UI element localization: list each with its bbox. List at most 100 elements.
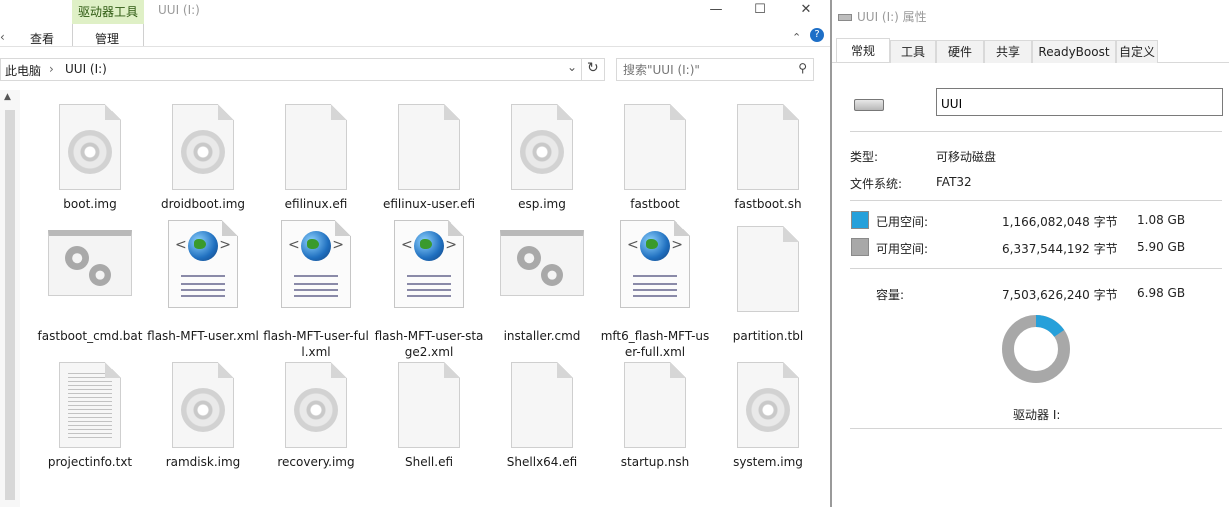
blank-file-icon bbox=[373, 354, 485, 454]
properties-dialog: UUI (I:) 属性 常规工具硬件共享ReadyBoost自定义 类型: 可移… bbox=[832, 0, 1229, 507]
disc-image-icon bbox=[147, 354, 259, 454]
scroll-thumb[interactable] bbox=[5, 110, 15, 500]
file-name: system.img bbox=[733, 455, 803, 469]
disc-image-icon bbox=[260, 354, 372, 454]
file-name: installer.cmd bbox=[503, 329, 581, 343]
drive-tools-context-label: 驱动器工具 bbox=[72, 0, 144, 24]
used-space-swatch bbox=[851, 211, 869, 229]
blank-file-icon bbox=[373, 96, 485, 196]
file-name: ramdisk.img bbox=[165, 455, 241, 469]
capacity-label: 容量: bbox=[876, 288, 905, 302]
file-name: startup.nsh bbox=[620, 455, 690, 469]
ribbon-collapse-icon[interactable]: ⌃ bbox=[792, 31, 801, 44]
file-name: Shellx64.efi bbox=[506, 455, 578, 469]
file-name: fastboot bbox=[630, 197, 680, 211]
file-item[interactable]: < > mft6_flash-MFT-user-full.xml bbox=[599, 218, 711, 360]
disc-image-icon bbox=[34, 96, 146, 196]
xml-file-icon: < > bbox=[599, 218, 711, 328]
file-item[interactable]: Shell.efi bbox=[373, 354, 485, 470]
file-item[interactable]: esp.img bbox=[486, 96, 598, 212]
properties-tab[interactable]: 工具 bbox=[890, 40, 936, 63]
batch-file-icon bbox=[34, 218, 146, 328]
xml-file-icon: < > bbox=[147, 218, 259, 328]
file-name: Shell.efi bbox=[404, 455, 454, 469]
properties-tab[interactable]: 常规 bbox=[836, 38, 890, 62]
search-icon[interactable]: ⚲ bbox=[798, 61, 807, 75]
text-file-icon bbox=[34, 354, 146, 454]
file-item[interactable]: < > flash-MFT-user.xml bbox=[147, 218, 259, 344]
file-name: recovery.img bbox=[277, 455, 355, 469]
properties-tab[interactable]: ReadyBoost bbox=[1032, 40, 1116, 63]
blank-file-icon bbox=[260, 96, 372, 196]
file-item[interactable]: startup.nsh bbox=[599, 354, 711, 470]
volume-label-field[interactable] bbox=[936, 88, 1223, 116]
properties-tab[interactable]: 共享 bbox=[984, 40, 1032, 63]
blank-file-icon bbox=[486, 354, 598, 454]
breadcrumb-current[interactable]: UUI (I:) bbox=[65, 62, 107, 76]
removable-drive-icon bbox=[854, 99, 884, 111]
minimize-icon[interactable]: — bbox=[693, 0, 739, 22]
file-name: efilinux-user.efi bbox=[382, 197, 476, 211]
search-box[interactable]: ⚲ bbox=[616, 58, 814, 81]
capacity-bytes: 7,503,626,240 字节 bbox=[1002, 288, 1118, 302]
close-icon[interactable]: ✕ bbox=[783, 0, 829, 22]
file-name: partition.tbl bbox=[732, 329, 804, 343]
file-item[interactable]: efilinux-user.efi bbox=[373, 96, 485, 212]
free-space-label: 可用空间: bbox=[876, 242, 929, 256]
refresh-icon[interactable]: ↻ bbox=[587, 60, 599, 76]
properties-tab[interactable]: 硬件 bbox=[936, 40, 984, 63]
file-item[interactable]: < > flash-MFT-user-full.xml bbox=[260, 218, 372, 360]
disc-image-icon bbox=[712, 354, 824, 454]
vertical-scrollbar[interactable]: ▲ bbox=[0, 90, 20, 507]
chevron-down-icon[interactable]: ⌄ bbox=[567, 60, 577, 74]
properties-tab[interactable]: 自定义 bbox=[1116, 40, 1158, 63]
scroll-up-icon[interactable]: ▲ bbox=[4, 92, 11, 102]
file-item[interactable]: boot.img bbox=[34, 96, 146, 212]
batch-file-icon bbox=[486, 218, 598, 328]
file-item[interactable]: Shellx64.efi bbox=[486, 354, 598, 470]
disc-image-icon bbox=[486, 96, 598, 196]
disk-usage-donut bbox=[1002, 315, 1070, 383]
file-item[interactable]: fastboot.sh bbox=[712, 96, 824, 212]
file-item[interactable]: droidboot.img bbox=[147, 96, 259, 212]
ribbon-tab-cut: ‹ bbox=[0, 30, 5, 44]
file-item[interactable]: partition.tbl bbox=[712, 218, 824, 344]
address-bar[interactable]: 此电脑 › UUI (I:) ⌄ ↻ bbox=[0, 58, 605, 81]
file-name: esp.img bbox=[518, 197, 566, 211]
used-space-size: 1.08 GB bbox=[1137, 213, 1186, 227]
file-item[interactable]: recovery.img bbox=[260, 354, 372, 470]
maximize-icon[interactable]: ☐ bbox=[737, 0, 783, 22]
ribbon-tab-manage[interactable]: 管理 bbox=[95, 30, 119, 47]
dialog-title: UUI (I:) 属性 bbox=[838, 8, 927, 25]
file-item[interactable]: fastboot_cmd.bat bbox=[34, 218, 146, 344]
general-tab-panel bbox=[832, 62, 1229, 507]
file-explorer-window: 驱动器工具 UUI (I:) ‹ 查看 管理 — ☐ ✕ ⌃ ? 此电脑 › U… bbox=[0, 0, 830, 507]
xml-file-icon: < > bbox=[260, 218, 372, 328]
file-item[interactable]: system.img bbox=[712, 354, 824, 470]
file-item[interactable]: efilinux.efi bbox=[260, 96, 372, 212]
file-item[interactable]: installer.cmd bbox=[486, 218, 598, 344]
blank-file-icon bbox=[599, 354, 711, 454]
type-value: 可移动磁盘 bbox=[936, 150, 997, 164]
disc-image-icon bbox=[147, 96, 259, 196]
file-name: fastboot_cmd.bat bbox=[37, 329, 143, 343]
breadcrumb-this-pc[interactable]: 此电脑 bbox=[5, 62, 41, 79]
ribbon-tab-view[interactable]: 查看 bbox=[30, 30, 54, 47]
free-space-bytes: 6,337,544,192 字节 bbox=[1002, 242, 1118, 256]
breadcrumb-separator-icon: › bbox=[49, 62, 54, 76]
free-space-size: 5.90 GB bbox=[1137, 240, 1186, 254]
file-item[interactable]: projectinfo.txt bbox=[34, 354, 146, 470]
file-name: boot.img bbox=[63, 197, 117, 211]
file-item[interactable]: fastboot bbox=[599, 96, 711, 212]
volume-label-input[interactable] bbox=[937, 89, 1222, 115]
filesystem-label: 文件系统: bbox=[850, 177, 903, 191]
file-item[interactable]: ramdisk.img bbox=[147, 354, 259, 470]
file-name: droidboot.img bbox=[160, 197, 246, 211]
blank-file-icon bbox=[712, 96, 824, 196]
blank-file-icon bbox=[599, 96, 711, 196]
file-name: efilinux.efi bbox=[284, 197, 348, 211]
search-input[interactable] bbox=[623, 61, 793, 78]
type-label: 类型: bbox=[850, 150, 879, 164]
help-icon[interactable]: ? bbox=[810, 28, 824, 42]
file-item[interactable]: < > flash-MFT-user-stage2.xml bbox=[373, 218, 485, 360]
